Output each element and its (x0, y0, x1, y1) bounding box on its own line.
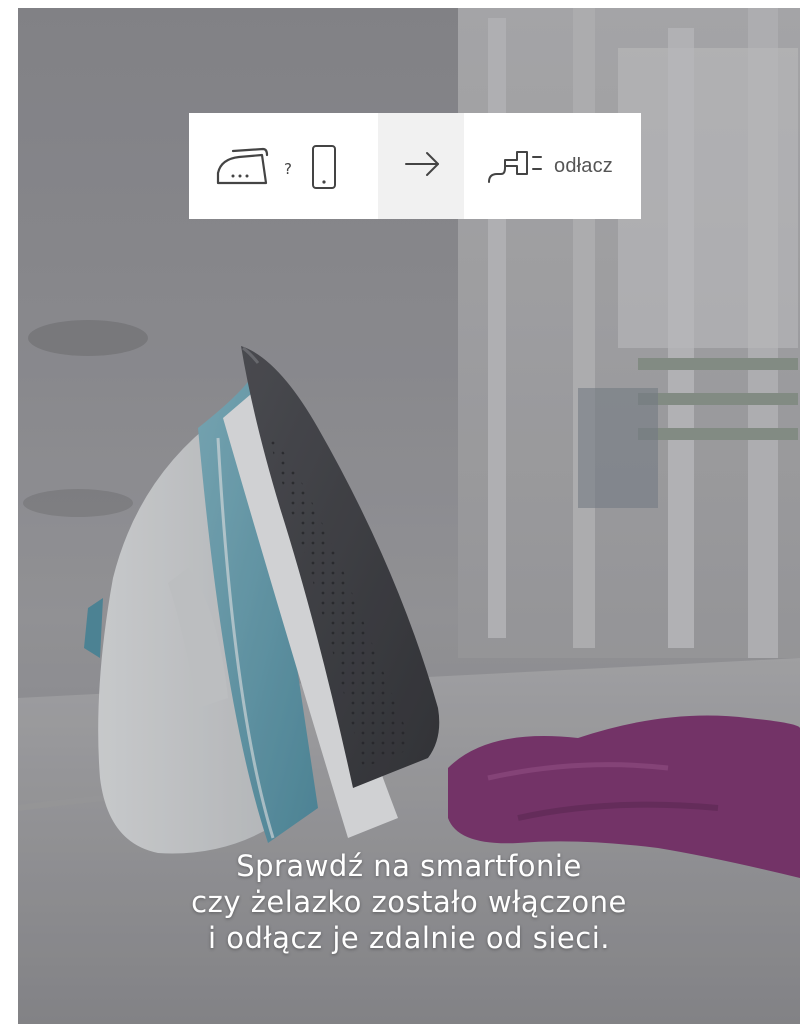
icon-strip: ? odłacz (189, 113, 641, 219)
question-mark: ? (284, 160, 292, 178)
caption-line-2: czy żelazko zostało włączone (191, 885, 627, 919)
caption-line-1: Sprawdź na smartfonie (236, 849, 582, 883)
iron-icon (216, 147, 269, 185)
smartphone-icon (312, 145, 336, 189)
ad-frame: ? odłacz Sprawdź na smartfonie czy żelaz… (0, 0, 800, 1024)
unplug-label: odłacz (554, 155, 614, 177)
caption-line-3: i odłącz je zdalnie od sieci. (208, 921, 610, 955)
plug-icon (488, 151, 542, 183)
promo-caption: Sprawdź na smartfonie czy żelazko został… (18, 848, 800, 956)
arrow-right-icon (405, 152, 439, 176)
